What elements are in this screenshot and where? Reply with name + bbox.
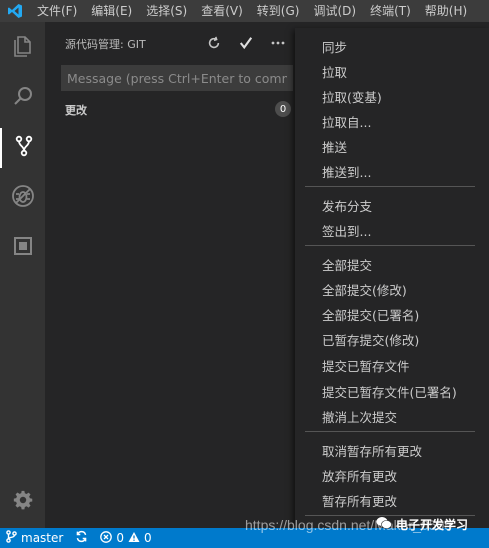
branch-indicator[interactable]: master	[0, 530, 69, 546]
changes-label: 更改	[65, 104, 87, 117]
more-actions-icon[interactable]	[269, 34, 287, 52]
menu-terminal[interactable]: 终端(T)	[363, 0, 418, 22]
error-count: 0	[116, 531, 124, 545]
sync-status[interactable]	[69, 530, 94, 546]
menu-edit[interactable]: 编辑(E)	[84, 0, 139, 22]
menu-item-pull[interactable]: 拉取	[322, 62, 347, 81]
menu-file[interactable]: 文件(F)	[30, 0, 84, 22]
changes-group[interactable]: 更改 0	[45, 98, 295, 120]
menu-item-commit-all-signed[interactable]: 全部提交(已署名)	[322, 305, 419, 324]
refresh-icon[interactable]	[205, 34, 223, 52]
menu-item-checkout-to[interactable]: 签出到...	[322, 221, 371, 240]
menu-item-commit-staged-signed[interactable]: 提交已暂存文件(已署名)	[322, 382, 457, 401]
panel-title: 源代码管理: GIT	[65, 38, 146, 51]
menu-item-commit-all[interactable]: 全部提交	[322, 255, 372, 274]
menu-separator	[305, 186, 475, 187]
search-icon	[11, 84, 35, 112]
menu-item-undo-last-commit[interactable]: 撤消上次提交	[322, 407, 397, 426]
menu-debug[interactable]: 调试(D)	[306, 0, 363, 22]
commit-check-icon[interactable]	[237, 34, 255, 52]
gear-icon	[12, 489, 34, 515]
changes-count-badge: 0	[275, 101, 291, 117]
menu-item-push[interactable]: 推送	[322, 137, 347, 156]
watermark-badge: 电子开发学习	[376, 516, 468, 533]
error-icon	[100, 530, 113, 546]
menu-item-pull-from[interactable]: 拉取自...	[322, 112, 371, 131]
menu-item-sync[interactable]: 同步	[322, 37, 347, 56]
explorer-button[interactable]	[0, 28, 45, 68]
warning-count: 0	[143, 531, 152, 545]
menu-item-stage-all[interactable]: 暂存所有更改	[322, 491, 397, 510]
branch-name: master	[21, 531, 64, 545]
problems-indicator[interactable]: 0 0	[94, 530, 157, 546]
menu-item-pull-rebase[interactable]: 拉取(变基)	[322, 87, 382, 106]
source-control-button[interactable]	[0, 128, 45, 168]
files-icon	[11, 34, 35, 62]
activity-bar	[0, 22, 45, 528]
menu-separator	[305, 245, 475, 246]
watermark-badge-text: 电子开发学习	[396, 518, 469, 532]
wechat-icon	[376, 516, 392, 533]
warning-icon	[128, 531, 140, 546]
menu-item-push-to[interactable]: 推送到...	[322, 162, 371, 181]
menu-item-publish-branch[interactable]: 发布分支	[322, 196, 372, 215]
vscode-logo-icon	[0, 0, 30, 22]
menu-goto[interactable]: 转到(G)	[250, 0, 307, 22]
source-control-panel: 源代码管理: GIT 更改 0	[45, 22, 295, 528]
extensions-icon	[11, 234, 35, 262]
source-control-icon	[12, 134, 36, 162]
menu-item-commit-staged-amend[interactable]: 已暂存提交(修改)	[322, 330, 419, 349]
menu-help[interactable]: 帮助(H)	[418, 0, 474, 22]
git-branch-icon	[6, 530, 17, 546]
menu-separator	[305, 431, 475, 432]
menu-item-discard-all[interactable]: 放弃所有更改	[322, 466, 397, 485]
menu-selection[interactable]: 选择(S)	[139, 0, 194, 22]
panel-actions	[205, 34, 287, 52]
menu-item-commit-staged[interactable]: 提交已暂存文件	[322, 356, 410, 375]
menu-view[interactable]: 查看(V)	[194, 0, 250, 22]
menu-item-unstage-all[interactable]: 取消暂存所有更改	[322, 441, 422, 460]
debug-button[interactable]	[0, 178, 45, 218]
sync-icon	[75, 530, 88, 546]
menu-bar: 文件(F) 编辑(E) 选择(S) 查看(V) 转到(G) 调试(D) 终端(T…	[0, 0, 489, 22]
menu-item-commit-all-amend[interactable]: 全部提交(修改)	[322, 280, 407, 299]
commit-message-input[interactable]	[61, 65, 293, 91]
search-button[interactable]	[0, 78, 45, 118]
debug-icon	[10, 183, 36, 213]
source-control-context-menu: 同步 拉取 拉取(变基) 拉取自... 推送 推送到... 发布分支 签出到..…	[295, 28, 489, 548]
manage-button[interactable]	[0, 482, 45, 522]
extensions-button[interactable]	[0, 228, 45, 268]
